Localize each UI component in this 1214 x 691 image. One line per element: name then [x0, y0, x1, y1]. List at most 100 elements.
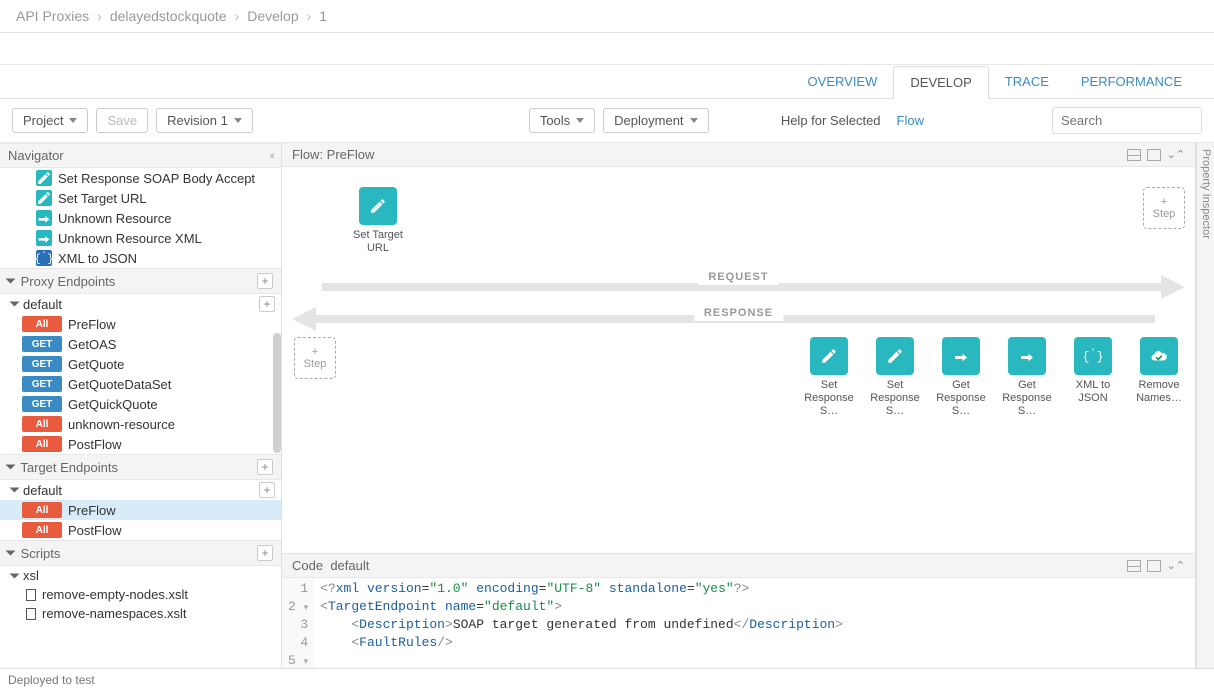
help-label: Help for Selected [781, 113, 881, 128]
policy-label: Unknown Resource XML [58, 231, 202, 246]
script-item[interactable]: remove-namespaces.xslt [0, 604, 281, 623]
tab-develop[interactable]: DEVELOP [893, 66, 988, 99]
target-endpoints-header[interactable]: Target Endpoints + [0, 454, 281, 480]
statusbar: Deployed to test [0, 668, 1214, 691]
policy-item[interactable]: Unknown Resource [0, 208, 281, 228]
main: Navigator ‹‹ Set Response SOAP Body Acce… [0, 143, 1214, 668]
collapse-icon[interactable]: ‹‹ [270, 150, 273, 162]
full-view-icon[interactable] [1147, 149, 1161, 161]
target-endpoint-group[interactable]: default + [0, 480, 281, 500]
proxy-flow-item[interactable]: GETGetQuote [0, 354, 281, 374]
code-line[interactable]: <Description>SOAP target generated from … [320, 616, 843, 634]
svg-text:{ }: { } [36, 253, 52, 265]
flow-step[interactable]: Set Response S… [869, 337, 921, 419]
step-icon [876, 337, 914, 375]
navigator-header: Navigator ‹‹ [0, 143, 281, 168]
flow-label: PostFlow [68, 523, 121, 538]
add-proxy-endpoint-button[interactable]: + [257, 273, 273, 289]
add-step-button[interactable]: +Step [1143, 187, 1185, 229]
step-label: Set Target URL [352, 229, 404, 255]
policy-item[interactable]: { }XML to JSON [0, 248, 281, 268]
verb-badge: GET [22, 336, 62, 352]
tab-overview[interactable]: OVERVIEW [792, 66, 894, 97]
flow-step[interactable]: Set Target URL [352, 187, 404, 255]
search-input[interactable] [1052, 107, 1202, 134]
chevron-icon[interactable]: ⌄⌃ [1167, 148, 1185, 161]
flow-link[interactable]: Flow [897, 113, 924, 128]
verb-badge: All [22, 436, 62, 452]
proxy-endpoints-header[interactable]: Proxy Endpoints + [0, 268, 281, 294]
breadcrumb-sep: › [97, 8, 102, 24]
policy-item[interactable]: Set Target URL [0, 188, 281, 208]
flow-label: GetQuoteDataSet [68, 377, 171, 392]
flow-step[interactable]: { }XML to JSON [1067, 337, 1119, 419]
step-icon [1140, 337, 1178, 375]
proxy-flow-item[interactable]: Allunknown-resource [0, 414, 281, 434]
flow-label: GetQuote [68, 357, 124, 372]
proxy-endpoint-group[interactable]: default + [0, 294, 281, 314]
property-inspector[interactable]: Property Inspector [1196, 143, 1214, 668]
project-dropdown[interactable]: Project [12, 108, 88, 133]
policy-item[interactable]: Unknown Resource XML [0, 228, 281, 248]
proxy-flow-item[interactable]: GETGetQuoteDataSet [0, 374, 281, 394]
toolbar: Project Save Revision 1 Tools Deployment… [0, 99, 1214, 143]
caret-down-icon [234, 118, 242, 123]
script-item[interactable]: remove-empty-nodes.xslt [0, 585, 281, 604]
line-number: 1 [288, 580, 308, 598]
policy-icon [36, 230, 52, 246]
scrollbar-thumb[interactable] [273, 333, 281, 453]
flow-label: GetQuickQuote [68, 397, 158, 412]
target-flow-item[interactable]: AllPreFlow [0, 500, 281, 520]
tab-performance[interactable]: PERFORMANCE [1065, 66, 1198, 97]
add-script-button[interactable]: + [257, 545, 273, 561]
breadcrumb: API Proxies › delayedstockquote › Develo… [0, 0, 1214, 33]
code-line[interactable]: <TargetEndpoint name="default"> [320, 598, 843, 616]
step-label: Set Response S… [869, 379, 921, 419]
revision-dropdown[interactable]: Revision 1 [156, 108, 253, 133]
tab-trace[interactable]: TRACE [989, 66, 1065, 97]
step-label: Get Response S… [935, 379, 987, 419]
proxy-flow-item[interactable]: GET GetOAS [0, 334, 281, 354]
script-label: remove-empty-nodes.xslt [42, 587, 188, 602]
policy-icon: { } [36, 250, 52, 266]
flow-canvas[interactable]: Set Target URL +Step REQUEST RESPONSE +S… [282, 167, 1195, 553]
line-number: 4 [288, 634, 308, 652]
breadcrumb-section[interactable]: Develop [247, 8, 298, 24]
deployment-dropdown[interactable]: Deployment [603, 108, 708, 133]
scripts-header[interactable]: Scripts + [0, 540, 281, 566]
split-view-icon[interactable] [1127, 560, 1141, 572]
add-flow-button[interactable]: + [259, 482, 275, 498]
proxy-flow-item[interactable]: AllPreFlow [0, 314, 281, 334]
add-target-endpoint-button[interactable]: + [257, 459, 273, 475]
tools-dropdown[interactable]: Tools [529, 108, 595, 133]
flow-step[interactable]: Remove Names… [1133, 337, 1185, 419]
verb-badge: All [22, 522, 62, 538]
breadcrumb-sep: › [307, 8, 312, 24]
flow-step[interactable]: Get Response S… [935, 337, 987, 419]
code-line[interactable] [320, 652, 843, 668]
flow-step[interactable]: Get Response S… [1001, 337, 1053, 419]
chevron-icon[interactable]: ⌄⌃ [1167, 559, 1185, 572]
add-step-button[interactable]: +Step [294, 337, 336, 379]
flow-label: GetOAS [68, 337, 116, 352]
navigator-sidebar: Navigator ‹‹ Set Response SOAP Body Acce… [0, 143, 282, 668]
split-view-icon[interactable] [1127, 149, 1141, 161]
add-flow-button[interactable]: + [259, 296, 275, 312]
code-line[interactable]: <?xml version="1.0" encoding="UTF-8" sta… [320, 580, 843, 598]
policy-icon [36, 210, 52, 226]
flow-step[interactable]: Set Response S… [803, 337, 855, 419]
breadcrumb-root[interactable]: API Proxies [16, 8, 89, 24]
policy-item[interactable]: Set Response SOAP Body Accept [0, 168, 281, 188]
code-line[interactable]: <FaultRules/> [320, 634, 843, 652]
response-label: RESPONSE [694, 305, 783, 321]
scripts-group[interactable]: xsl [0, 566, 281, 585]
proxy-flow-item[interactable]: AllPostFlow [0, 434, 281, 454]
step-icon [810, 337, 848, 375]
proxy-flow-item[interactable]: GETGetQuickQuote [0, 394, 281, 414]
file-icon [26, 589, 36, 601]
full-view-icon[interactable] [1147, 560, 1161, 572]
breadcrumb-proxy[interactable]: delayedstockquote [110, 8, 227, 24]
canvas-area: Flow: PreFlow ⌄⌃ Set Target URL +Step RE… [282, 143, 1196, 668]
target-flow-item[interactable]: All PostFlow [0, 520, 281, 540]
spacer [0, 33, 1214, 65]
